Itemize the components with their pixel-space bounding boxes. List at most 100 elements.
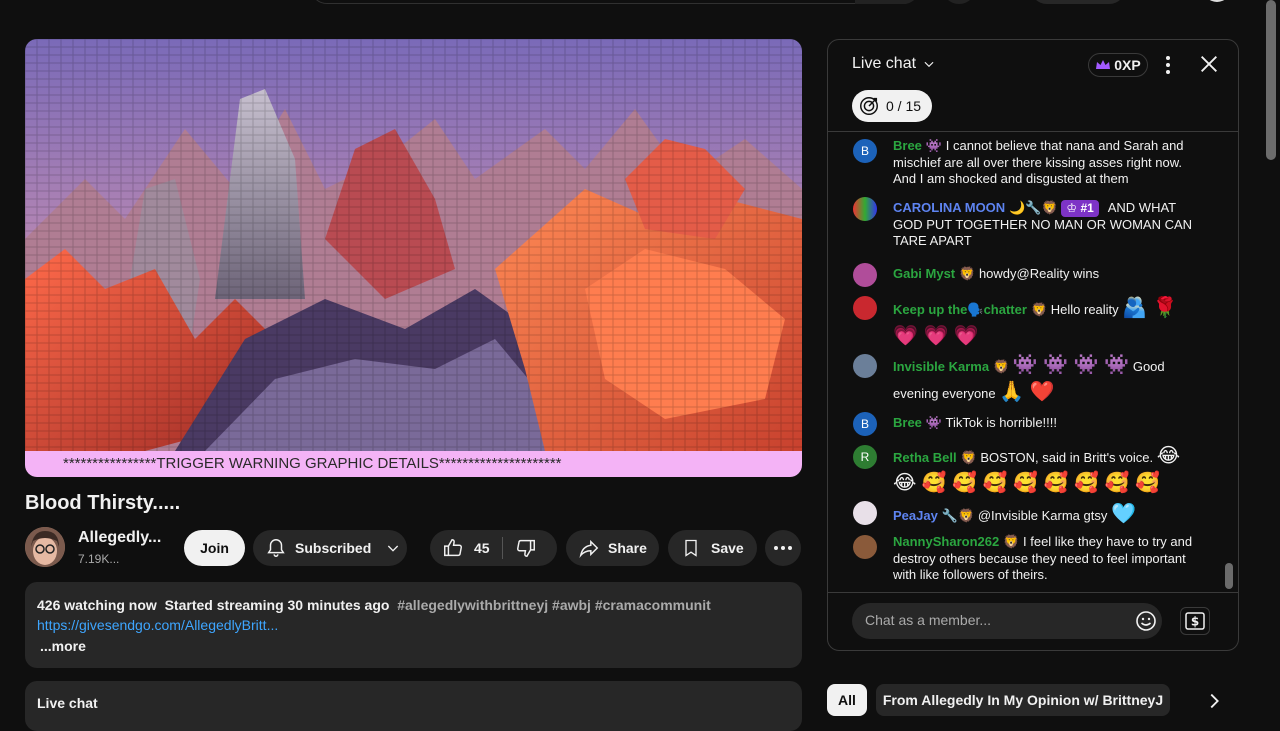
chat-author[interactable]: NannySharon262 [893, 534, 999, 549]
share-label: Share [608, 540, 647, 556]
crown-icon [1096, 60, 1111, 69]
subscribed-label: Subscribed [295, 540, 372, 556]
video-player[interactable]: ****************TRIGGER WARNING GRAPHIC … [25, 39, 802, 477]
chat-emojis: 🩵 [1110, 503, 1136, 525]
chat-message: Bree 👾 I cannot believe that nana and Sar… [893, 138, 1203, 188]
chat-goal-chip[interactable]: 0 / 15 [852, 90, 932, 122]
watching-count: 426 watching now [37, 597, 157, 613]
svg-text:$: $ [1191, 615, 1199, 629]
chat-author[interactable]: PeaJay [893, 508, 938, 523]
channel-name[interactable]: Allegedly... [78, 529, 161, 547]
emoji-button[interactable] [1134, 609, 1158, 633]
chat-input-placeholder: Chat as a member... [865, 612, 992, 628]
chat-message: Retha Bell 🦁 BOSTON, said in Britt's voic… [893, 443, 1203, 497]
chat-author[interactable]: CAROLINA MOON [893, 200, 1005, 215]
search-bar[interactable] [310, 0, 920, 4]
member-badge: 👾 [925, 138, 943, 153]
member-badge: 🦁 [1003, 534, 1020, 549]
save-label: Save [711, 540, 744, 556]
chat-author[interactable]: Bree [893, 415, 922, 430]
xp-badge[interactable]: 0XP [1088, 53, 1148, 77]
chat-text: @Invisible Karma gtsy [977, 508, 1108, 523]
chat-avatar[interactable] [853, 535, 877, 559]
stream-started: Started streaming 30 minutes ago [164, 597, 390, 613]
more-horizontal-icon [774, 546, 792, 550]
more-vertical-icon [1166, 56, 1170, 74]
chat-author[interactable]: Bree [893, 138, 922, 153]
chat-text: TikTok is horrible!!!! [945, 415, 1058, 430]
chat-avatar[interactable] [853, 354, 877, 378]
voice-search-button[interactable] [942, 0, 976, 4]
live-chat-replay-label: Live chat [37, 695, 98, 711]
thumbs-down-icon [516, 539, 535, 557]
share-button[interactable]: Share [566, 530, 659, 566]
chevron-down-icon [388, 545, 399, 552]
video-title: Blood Thirsty..... [25, 492, 181, 514]
search-button[interactable] [855, 0, 920, 4]
chat-menu-button[interactable] [1158, 53, 1178, 77]
channel-avatar[interactable] [25, 527, 65, 567]
chevron-down-icon [924, 61, 934, 68]
thumbs-up-icon [444, 539, 462, 557]
chat-avatar[interactable]: B [853, 139, 877, 163]
more-actions-button[interactable] [765, 530, 801, 566]
chat-message: CAROLINA MOON 🌙🔧🦁 ♔ #1 AND WHAT GOD PUT T… [893, 200, 1203, 250]
chat-text: Hello reality [1050, 302, 1119, 317]
live-chat-replay-bar[interactable] [25, 681, 802, 731]
chat-avatar[interactable] [853, 197, 877, 221]
member-badge: 🦁 [959, 266, 976, 281]
chat-message: NannySharon262 🦁 I feel like they have to… [893, 534, 1203, 584]
chat-avatar[interactable] [853, 501, 877, 525]
dislike-button[interactable] [515, 537, 537, 559]
chat-text: BOSTON, said in Britt's voice. [980, 450, 1154, 465]
member-badge: 🌙🔧🦁 [1009, 200, 1058, 215]
like-count: 45 [474, 540, 490, 556]
chat-avatar[interactable]: B [853, 412, 877, 436]
trigger-warning-banner: ****************TRIGGER WARNING GRAPHIC … [25, 451, 802, 477]
chip-from-channel[interactable]: From Allegedly In My Opinion w/ Brittney… [876, 684, 1170, 716]
bell-icon [267, 539, 285, 557]
chat-input-divider [828, 592, 1238, 593]
video-frame [25, 39, 802, 451]
chat-author[interactable]: Keep up the🗣️chatter [893, 302, 1027, 317]
xp-value: 0XP [1114, 57, 1141, 73]
chip-all[interactable]: All [827, 684, 867, 716]
close-chat-button[interactable] [1198, 53, 1220, 77]
chat-message: PeaJay 🔧🦁 @Invisible Karma gtsy 🩵 [893, 501, 1203, 527]
member-badge: 🦁 [960, 450, 977, 465]
create-button[interactable] [1030, 0, 1126, 4]
join-button[interactable]: Join [184, 530, 245, 566]
like-button[interactable]: 45 [430, 537, 490, 559]
save-button[interactable]: Save [668, 530, 757, 566]
target-icon [860, 97, 878, 115]
hashtags[interactable]: #allegedlywithbrittneyj #awbj #cramacomm… [397, 597, 711, 613]
subscribed-button[interactable]: Subscribed [253, 530, 407, 566]
chat-author[interactable]: Gabi Myst [893, 266, 955, 281]
account-avatar[interactable] [1202, 0, 1232, 2]
description-link[interactable]: https://givesendgo.com/AllegedlyBritt... [37, 617, 278, 633]
subscriber-count: 7.19K... [78, 552, 120, 566]
super-chat-button[interactable]: $ [1180, 607, 1210, 635]
chat-avatar[interactable] [853, 263, 877, 287]
chat-emojis: 🙏 ❤️ [999, 381, 1055, 403]
bookmark-icon [685, 539, 697, 557]
chat-header-divider [828, 131, 1238, 132]
description-meta: 426 watching now Started streaming 30 mi… [37, 597, 711, 613]
member-badge: 👾 [925, 415, 943, 430]
member-badge: 🦁 [1030, 302, 1048, 317]
chat-author[interactable]: Retha Bell [893, 450, 957, 465]
like-dislike-group: 45 [430, 530, 557, 566]
chat-author[interactable]: Invisible Karma [893, 359, 989, 374]
chips-next-button[interactable] [1203, 690, 1225, 712]
chat-message: Keep up the🗣️chatter 🦁 Hello reality 🫂 🌹 … [893, 295, 1203, 351]
more-description-button[interactable]: ...more [40, 638, 86, 654]
chat-scrollbar[interactable] [1225, 563, 1233, 589]
dollar-icon: $ [1185, 612, 1205, 630]
page-scrollbar[interactable] [1266, 0, 1276, 160]
chat-message: Invisible Karma 🦁 👾 👾 👾 👾 Good evening ev… [893, 352, 1203, 406]
chat-message: Bree 👾 TikTok is horrible!!!! [893, 415, 1203, 432]
chat-avatar[interactable] [853, 296, 877, 320]
chat-mode-dropdown[interactable]: Live chat [852, 55, 936, 73]
rank-badge: ♔ #1 [1061, 200, 1099, 217]
chat-avatar[interactable]: R [853, 445, 877, 469]
